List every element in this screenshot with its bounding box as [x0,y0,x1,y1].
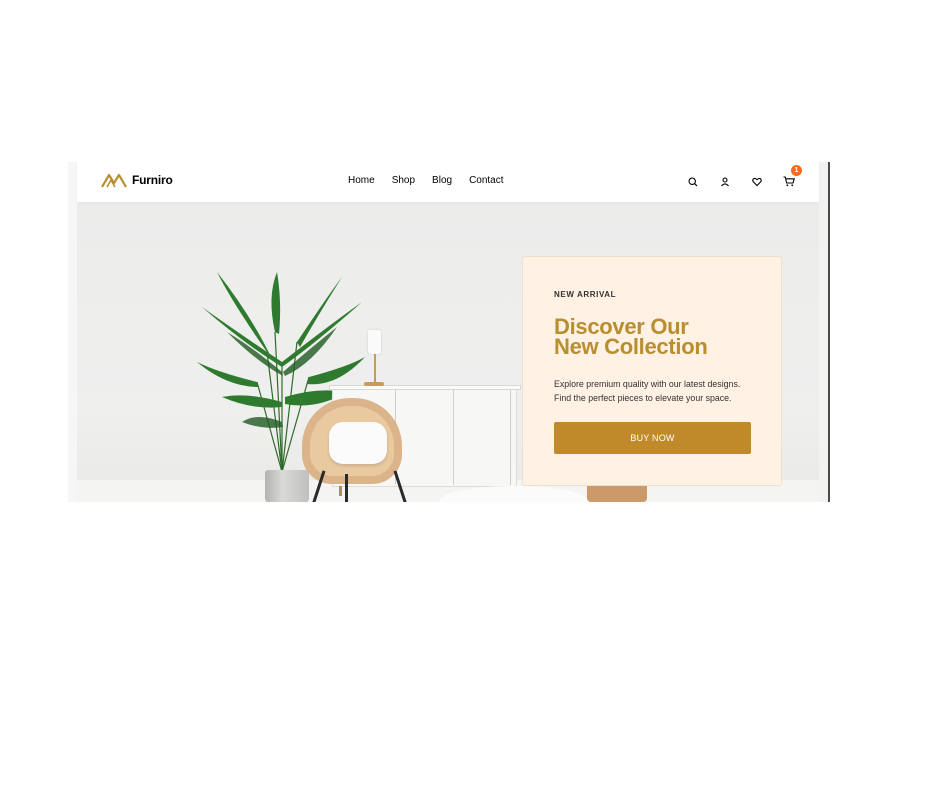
nav-contact[interactable]: Contact [469,175,503,186]
hero-description-line-1: Explore premium quality with our latest … [554,379,741,389]
hero-description: Explore premium quality with our latest … [554,377,764,405]
cart-count-badge: 1 [791,165,802,176]
user-icon[interactable] [717,174,732,189]
chair-cushion [329,422,387,464]
search-icon[interactable] [685,174,700,189]
viewport-right-border [828,162,830,502]
plant-pot [265,470,309,502]
header-actions: 1 [685,165,802,189]
main-nav: Home Shop Blog Contact [348,175,504,186]
new-collection-card: NEW ARRIVAL Discover Our New Collection … [522,256,782,486]
eyebrow-label: NEW ARRIVAL [554,290,617,299]
nav-home[interactable]: Home [348,175,375,186]
table-lamp-stem [374,354,376,382]
nav-blog[interactable]: Blog [432,175,452,186]
hero-title-line-2: New Collection [554,334,708,359]
cabinet-door-line [453,390,454,485]
site-header: Furniro Home Shop Blog Contact 1 [77,162,819,202]
table-lamp-base [364,382,384,386]
cart-icon[interactable]: 1 [781,165,802,189]
nav-shop[interactable]: Shop [392,175,415,186]
hero-description-line-2: Find the perfect pieces to elevate your … [554,393,732,403]
brand-name: Furniro [132,173,173,187]
cabinet-leg [339,486,342,496]
table-lamp-shade [368,330,381,354]
heart-icon[interactable] [749,174,764,189]
buy-now-button[interactable]: BUY NOW [554,422,751,454]
logo[interactable]: Furniro [101,172,173,188]
hero-title: Discover Our New Collection [554,316,774,359]
chair-leg [345,474,348,502]
cabinet-door-line [510,390,511,485]
furniro-logo-icon [101,173,127,188]
page-left-margin [68,162,77,502]
sideboard-top [329,385,521,390]
